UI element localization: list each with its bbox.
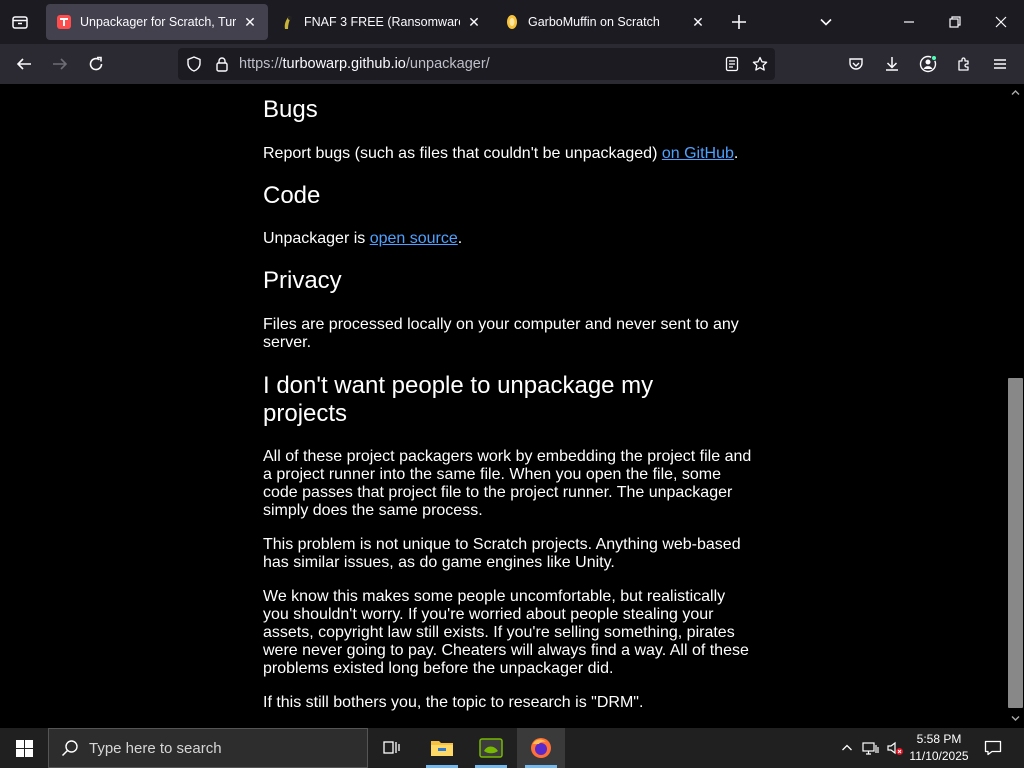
account-icon — [919, 55, 937, 73]
list-all-tabs-button[interactable] — [812, 8, 840, 36]
tab-unpackager[interactable]: Unpackager for Scratch, TurboWarp ✕ — [46, 4, 268, 40]
paragraph-text: Unpackager is — [263, 230, 370, 247]
tab-overview-icon — [12, 16, 28, 29]
close-tab-icon[interactable]: ✕ — [242, 14, 258, 30]
forward-button[interactable] — [44, 48, 76, 80]
taskbar-search-box[interactable]: Type here to search — [48, 728, 368, 768]
url-path: /unpackager/ — [405, 56, 490, 72]
tracking-protection-shield-icon[interactable] — [186, 56, 202, 77]
nvidia-icon — [479, 738, 503, 758]
close-tab-icon[interactable]: ✕ — [690, 14, 706, 30]
minimize-icon — [904, 21, 914, 23]
restore-icon — [949, 16, 961, 28]
back-button[interactable] — [8, 48, 40, 80]
scroll-up-arrow-icon[interactable] — [1011, 88, 1020, 97]
tab-garbomuffin[interactable]: GarboMuffin on Scratch ✕ — [494, 4, 716, 40]
page-scrollbar[interactable] — [1007, 84, 1024, 728]
turbowarp-favicon-icon — [56, 14, 72, 30]
paragraph-text: Report bugs (such as files that couldn't… — [263, 145, 662, 162]
start-button[interactable] — [0, 728, 48, 768]
file-explorer-button[interactable] — [418, 728, 466, 768]
url-host: turbowarp.github.io — [282, 56, 406, 72]
explanation-paragraph-1: All of these project packagers work by e… — [263, 448, 752, 519]
close-tab-icon[interactable]: ✕ — [466, 14, 482, 30]
open-source-link[interactable]: open source — [370, 230, 458, 247]
tab-title: GarboMuffin on Scratch — [528, 15, 660, 29]
clock-time: 5:58 PM — [916, 732, 962, 746]
arrow-left-icon — [16, 58, 31, 70]
app-menu-button[interactable] — [984, 48, 1016, 80]
close-icon — [995, 16, 1007, 28]
search-placeholder: Type here to search — [89, 739, 222, 757]
page-viewport: Bugs Report bugs (such as files that cou… — [0, 84, 1024, 728]
url-scheme: https:// — [239, 56, 283, 72]
network-tray-button[interactable] — [860, 728, 882, 768]
lock-icon[interactable] — [214, 56, 230, 77]
section-heading-code: Code — [263, 182, 321, 209]
notification-icon — [984, 740, 1002, 756]
privacy-paragraph: Files are processed locally on your comp… — [263, 316, 739, 351]
download-icon — [886, 57, 898, 71]
chevron-down-icon — [820, 18, 832, 26]
network-icon — [862, 742, 879, 755]
task-view-button[interactable] — [368, 728, 416, 768]
pocket-icon — [849, 58, 863, 70]
url-text[interactable]: https://turbowarp.github.io/unpackager/ — [239, 56, 490, 72]
show-hidden-icons-button[interactable] — [838, 728, 856, 768]
volume-muted-icon — [887, 741, 903, 755]
explanation-paragraph-3: We know this makes some people uncomfort… — [263, 588, 749, 677]
search-icon — [61, 740, 78, 757]
file-explorer-icon — [431, 741, 453, 756]
hamburger-menu-icon — [994, 59, 1006, 69]
arrow-right-icon — [53, 58, 68, 70]
navigation-toolbar: https://turbowarp.github.io/unpackager/ — [0, 44, 1024, 84]
taskbar-clock[interactable]: 5:58 PM 11/10/2025 — [906, 731, 972, 765]
bugs-paragraph: Report bugs (such as files that couldn't… — [263, 145, 753, 163]
reload-button[interactable] — [80, 48, 112, 80]
section-heading-bugs: Bugs — [263, 96, 318, 123]
tab-overview-button[interactable] — [4, 6, 36, 38]
paragraph-text: . — [457, 230, 463, 247]
plus-icon — [732, 15, 746, 29]
notification-center-button[interactable] — [978, 728, 1008, 768]
firefox-taskbar-button[interactable] — [517, 728, 565, 768]
close-window-button[interactable] — [978, 0, 1024, 44]
tab-title: Unpackager for Scratch, TurboWarp — [80, 15, 236, 29]
task-view-icon — [383, 741, 400, 754]
restore-button[interactable] — [932, 0, 978, 44]
extensions-button[interactable] — [948, 48, 980, 80]
scroll-down-arrow-icon[interactable] — [1011, 714, 1020, 723]
clock-date: 11/10/2025 — [909, 749, 969, 763]
chevron-up-icon — [842, 744, 852, 751]
section-heading-privacy: Privacy — [263, 267, 342, 294]
explanation-paragraph-4: If this still bothers you, the topic to … — [263, 694, 644, 711]
url-bar[interactable]: https://turbowarp.github.io/unpackager/ — [178, 48, 775, 80]
reload-icon — [89, 56, 103, 71]
scratch-favicon-icon — [504, 14, 520, 30]
fnaf-favicon-icon — [280, 14, 296, 30]
code-paragraph: Unpackager is open source. — [263, 230, 753, 248]
bookmark-star-icon[interactable] — [752, 56, 768, 77]
paragraph-text: . — [733, 145, 739, 162]
pocket-button[interactable] — [840, 48, 872, 80]
tab-strip: Unpackager for Scratch, TurboWarp ✕ FNAF… — [0, 0, 1024, 44]
explanation-paragraph-2: This problem is not unique to Scratch pr… — [263, 536, 741, 571]
new-tab-button[interactable] — [725, 8, 753, 36]
volume-tray-button[interactable] — [884, 728, 906, 768]
account-button[interactable] — [912, 48, 944, 80]
section-heading-unpackage-concerns: I don't want people to unpackage my proj… — [263, 372, 654, 427]
tab-title: FNAF 3 FREE (Ransomware Recreation) — [304, 15, 460, 29]
puzzle-icon — [958, 57, 969, 71]
downloads-button[interactable] — [876, 48, 908, 80]
reader-view-icon[interactable] — [724, 56, 740, 77]
tab-fnaf[interactable]: FNAF 3 FREE (Ransomware Recreation) ✕ — [270, 4, 492, 40]
firefox-icon — [531, 738, 551, 758]
github-link[interactable]: on GitHub — [662, 145, 734, 162]
windows-taskbar: Type here to search 5:58 PM 11/10/2025 — [0, 728, 1024, 768]
windows-logo-icon — [15, 739, 33, 757]
nvidia-app-button[interactable] — [467, 728, 515, 768]
minimize-button[interactable] — [886, 0, 932, 44]
scrollbar-thumb[interactable] — [1008, 378, 1023, 708]
